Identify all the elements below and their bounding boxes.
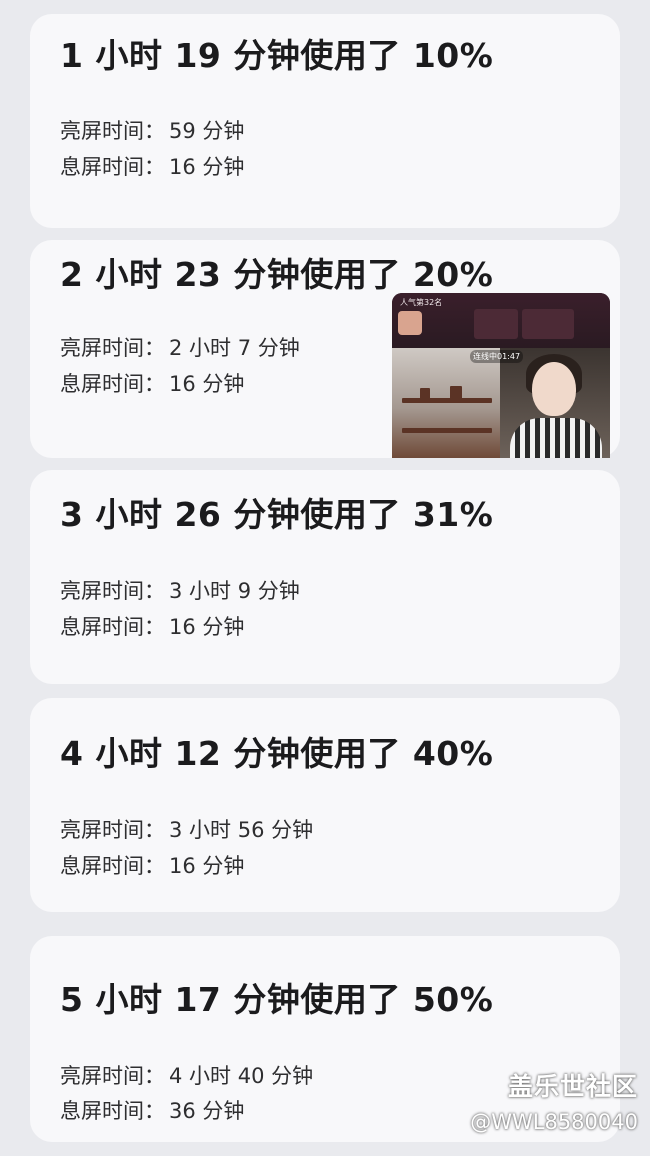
live-stream-floating-window[interactable]: 人气第32名 连线中01:47 [392, 293, 610, 458]
screen-off-label: 息屏时间： [60, 155, 165, 179]
shelf-decoration [450, 386, 462, 400]
promo-banner [474, 309, 518, 339]
screen-off-time: 息屏时间： 16 分钟 [60, 856, 244, 877]
screen-on-value: 4 小时 40 分钟 [169, 1064, 314, 1088]
screen-on-time: 亮屏时间： 59 分钟 [60, 121, 244, 142]
screen-off-value: 16 分钟 [169, 372, 245, 396]
usage-title: 5 小时 17 分钟使用了 50% [60, 980, 494, 1019]
live-stream-header: 人气第32名 [392, 293, 610, 348]
screen-off-time: 息屏时间： 16 分钟 [60, 157, 244, 178]
promo-banner [522, 309, 574, 339]
watermark-user-handle: @WWL8580040 [470, 1110, 638, 1134]
screen-on-time: 亮屏时间： 3 小时 9 分钟 [60, 581, 300, 602]
screen-off-value: 16 分钟 [169, 155, 245, 179]
screen-off-value: 16 分钟 [169, 615, 245, 639]
connection-timer: 连线中01:47 [470, 350, 524, 363]
screen-on-value: 59 分钟 [169, 119, 245, 143]
screen-on-label: 亮屏时间： [60, 1064, 165, 1088]
usage-title: 3 小时 26 分钟使用了 31% [60, 495, 494, 534]
screen-on-time: 亮屏时间： 2 小时 7 分钟 [60, 338, 300, 359]
streamer-face [532, 362, 576, 416]
watermark-community-name: 盖乐世社区 [507, 1072, 638, 1101]
room-scene [392, 348, 500, 458]
popularity-rank: 人气第32名 [400, 298, 443, 307]
screen-on-value: 2 小时 7 分钟 [169, 336, 300, 360]
screen-off-label: 息屏时间： [60, 854, 165, 878]
screen-off-time: 息屏时间： 36 分钟 [60, 1101, 244, 1122]
screen-off-label: 息屏时间： [60, 372, 165, 396]
screen-on-time: 亮屏时间： 4 小时 40 分钟 [60, 1066, 313, 1087]
shelf-decoration [402, 428, 492, 433]
usage-title: 2 小时 23 分钟使用了 20% [60, 255, 494, 294]
screen-off-value: 36 分钟 [169, 1099, 245, 1123]
shelf-decoration [420, 388, 430, 400]
screen-on-time: 亮屏时间： 3 小时 56 分钟 [60, 820, 313, 841]
screen-on-value: 3 小时 56 分钟 [169, 818, 314, 842]
battery-usage-card: 4 小时 12 分钟使用了 40% 亮屏时间： 3 小时 56 分钟 息屏时间： 1… [30, 698, 620, 912]
screen-on-label: 亮屏时间： [60, 818, 165, 842]
gift-icon [398, 311, 422, 335]
screen-on-value: 3 小时 9 分钟 [169, 579, 300, 603]
screen-off-label: 息屏时间： [60, 1099, 165, 1123]
screen-on-label: 亮屏时间： [60, 336, 165, 360]
usage-title: 1 小时 19 分钟使用了 10% [60, 36, 494, 75]
usage-title: 4 小时 12 分钟使用了 40% [60, 734, 494, 773]
screen-off-time: 息屏时间： 16 分钟 [60, 374, 244, 395]
streamer-video [500, 348, 610, 458]
screen-off-value: 16 分钟 [169, 854, 245, 878]
screen-on-label: 亮屏时间： [60, 579, 165, 603]
battery-usage-card: 1 小时 19 分钟使用了 10% 亮屏时间： 59 分钟 息屏时间： 16 分钟 [30, 14, 620, 228]
screen-on-label: 亮屏时间： [60, 119, 165, 143]
streamer-shirt [510, 418, 602, 458]
battery-usage-card: 3 小时 26 分钟使用了 31% 亮屏时间： 3 小时 9 分钟 息屏时间： 16… [30, 470, 620, 684]
screen-off-label: 息屏时间： [60, 615, 165, 639]
shelf-decoration [402, 398, 492, 403]
screen-off-time: 息屏时间： 16 分钟 [60, 617, 244, 638]
